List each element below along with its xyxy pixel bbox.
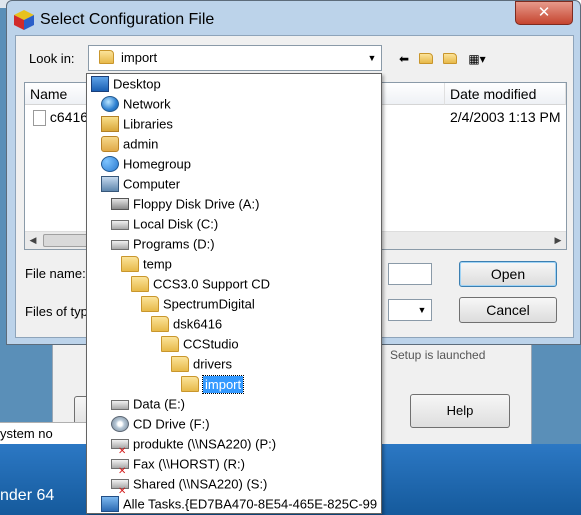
dropdown-item-label: import xyxy=(201,374,245,394)
dropdown-item[interactable]: Desktop xyxy=(91,74,161,94)
dropdown-item-label: drivers xyxy=(193,356,233,372)
computer-icon xyxy=(101,175,119,192)
dropdown-item-label: Programs (D:) xyxy=(133,236,215,252)
file-name-label: File name: xyxy=(25,266,86,281)
dropdown-item[interactable]: admin xyxy=(101,134,158,154)
dropdown-item-label: SpectrumDigital xyxy=(163,296,255,312)
hard-drive-icon xyxy=(111,399,129,410)
background-status-bar: ystem no xyxy=(0,422,100,444)
dropdown-item-label: dsk6416 xyxy=(173,316,223,332)
folder-icon xyxy=(131,275,149,292)
folder-icon xyxy=(171,355,189,372)
dropdown-item[interactable]: Programs (D:) xyxy=(111,234,215,254)
dropdown-item-label: Local Disk (C:) xyxy=(133,216,219,232)
column-header-date[interactable]: Date modified xyxy=(445,83,566,105)
new-folder-icon[interactable] xyxy=(440,49,460,69)
all-tasks-icon xyxy=(101,495,119,512)
dropdown-item-label: Shared (\\NSA220) (S:) xyxy=(133,476,268,492)
background-help-button[interactable]: Help xyxy=(410,394,510,428)
cancel-button[interactable]: Cancel xyxy=(459,297,557,323)
dialog-titlebar[interactable]: Select Configuration File ✕ xyxy=(7,1,580,35)
dropdown-item[interactable]: produkte (\\NSA220) (P:) xyxy=(111,434,277,462)
folder-icon xyxy=(99,50,114,64)
dropdown-item-label: Homegroup xyxy=(123,156,191,172)
dropdown-item[interactable]: temp xyxy=(121,254,172,274)
look-in-label: Look in: xyxy=(29,51,75,66)
dropdown-item-label: Libraries xyxy=(123,116,173,132)
folder-icon xyxy=(151,315,169,332)
hard-drive-icon xyxy=(111,219,129,230)
dropdown-item-label: Floppy Disk Drive (A:) xyxy=(133,196,260,212)
folder-icon xyxy=(141,295,159,312)
dropdown-item[interactable]: Network xyxy=(101,94,171,114)
dropdown-item-label: Desktop xyxy=(113,76,161,92)
network-drive-disconnected-icon xyxy=(111,478,129,502)
dropdown-item[interactable]: SpectrumDigital xyxy=(141,294,255,314)
chevron-down-icon[interactable]: ▼ xyxy=(413,300,431,320)
dropdown-item-label: admin xyxy=(123,136,159,152)
dropdown-item-label: Alle Tasks.{ED7BA470-8E54-465E-825C-99 xyxy=(123,496,378,512)
floppy-drive-icon xyxy=(111,197,129,210)
dropdown-item-label: Data (E:) xyxy=(133,396,186,412)
scroll-left-icon[interactable]: ◀ xyxy=(25,232,41,249)
folder-up-icon[interactable] xyxy=(416,49,436,69)
network-drive-disconnected-icon xyxy=(111,458,129,482)
network-icon xyxy=(101,95,119,112)
dropdown-item[interactable]: Libraries xyxy=(101,114,173,134)
file-row[interactable]: c6416 xyxy=(33,109,89,127)
dropdown-item-label: Network xyxy=(123,96,171,112)
open-folder-icon xyxy=(181,375,199,392)
dropdown-item[interactable]: Data (E:) xyxy=(111,394,185,414)
hard-drive-icon xyxy=(111,239,129,250)
homegroup-icon xyxy=(101,155,119,172)
folder-icon xyxy=(121,255,139,272)
look-in-dropdown-list[interactable]: Desktop Network Libraries admin Homegroup Com… xyxy=(86,73,382,514)
dropdown-item-label: Computer xyxy=(123,176,181,192)
app-cube-icon xyxy=(14,10,34,30)
dropdown-item[interactable]: dsk6416 xyxy=(151,314,222,334)
dropdown-item[interactable]: CCStudio xyxy=(161,334,239,354)
dropdown-item[interactable]: Fax (\\HORST) (R:) xyxy=(111,454,245,482)
close-button[interactable]: ✕ xyxy=(515,1,573,25)
dropdown-item[interactable]: CD Drive (F:) xyxy=(111,414,210,434)
dropdown-item[interactable]: Alle Tasks.{ED7BA470-8E54-465E-825C-99 xyxy=(101,494,378,513)
dropdown-item[interactable]: import xyxy=(181,374,245,394)
scroll-right-icon[interactable]: ▶ xyxy=(550,232,566,249)
dropdown-item-label: CCS3.0 Support CD xyxy=(153,276,271,292)
dropdown-item[interactable]: Computer xyxy=(101,174,180,194)
network-drive-disconnected-icon xyxy=(111,438,129,462)
look-in-value: import xyxy=(121,50,158,65)
dropdown-item-label: produkte (\\NSA220) (P:) xyxy=(133,436,277,452)
file-name: c6416 xyxy=(49,109,89,125)
user-folder-icon xyxy=(101,135,119,152)
dropdown-item[interactable]: Homegroup xyxy=(101,154,191,174)
files-of-type-label: Files of typ xyxy=(25,304,88,319)
open-button[interactable]: Open xyxy=(459,261,557,287)
background-parent-text: Setup is launched xyxy=(390,348,486,362)
dropdown-item-label: CD Drive (F:) xyxy=(133,416,210,432)
dropdown-item-label: temp xyxy=(143,256,172,272)
dialog-title: Select Configuration File xyxy=(40,11,215,28)
dropdown-item[interactable]: drivers xyxy=(171,354,232,374)
files-of-type-select[interactable]: ▼ xyxy=(388,299,432,321)
file-icon xyxy=(33,110,46,127)
dropdown-item[interactable]: Shared (\\NSA220) (S:) xyxy=(111,474,268,502)
dropdown-item[interactable]: Local Disk (C:) xyxy=(111,214,218,234)
desktop-icon xyxy=(91,75,109,92)
file-name-input[interactable] xyxy=(388,263,432,285)
dropdown-item-label: CCStudio xyxy=(183,336,239,352)
chevron-down-icon[interactable]: ▼ xyxy=(363,46,381,70)
dropdown-item[interactable]: CCS3.0 Support CD xyxy=(131,274,270,294)
view-menu-icon[interactable]: ▦▾ xyxy=(464,49,490,69)
libraries-icon xyxy=(101,115,119,132)
dropdown-item-label: Fax (\\HORST) (R:) xyxy=(133,456,245,472)
file-date: 2/4/2003 1:13 PM xyxy=(450,109,561,125)
back-arrow-icon[interactable]: ⬅ xyxy=(394,49,414,69)
folder-icon xyxy=(161,335,179,352)
desktop-icon-label[interactable]: nder 64 xyxy=(0,487,54,505)
dropdown-item[interactable]: Floppy Disk Drive (A:) xyxy=(111,194,259,214)
cd-drive-icon xyxy=(111,415,129,432)
look-in-combo[interactable]: import ▼ xyxy=(88,45,382,71)
